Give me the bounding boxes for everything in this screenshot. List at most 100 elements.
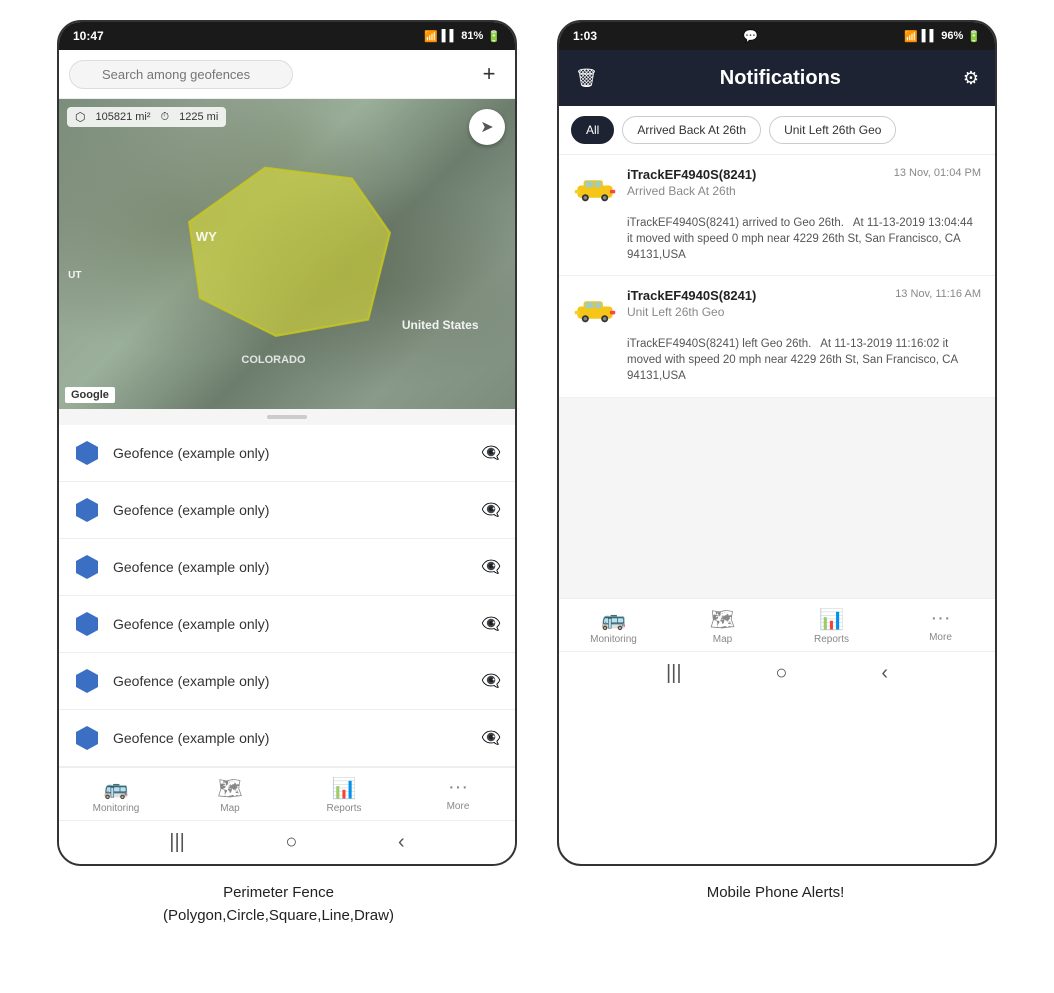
- left-caption-text: Perimeter Fence(Polygon,Circle,Square,Li…: [163, 884, 394, 924]
- right-android-back-button[interactable]: ‹: [881, 662, 888, 685]
- nav-map[interactable]: 🗺 Map: [200, 776, 260, 814]
- geofence-label: Geofence (example only): [113, 445, 469, 461]
- notif-time-2: 13 Nov, 11:16 AM: [895, 288, 981, 300]
- compass-icon: ➤: [480, 117, 493, 137]
- right-nav-monitoring-label: Monitoring: [590, 634, 637, 645]
- list-item[interactable]: Geofence (example only) 👁‍🗨: [59, 653, 515, 710]
- settings-button[interactable]: ⚙: [963, 68, 979, 89]
- search-wrapper[interactable]: 🔍: [69, 60, 465, 89]
- right-nav-more[interactable]: ··· More: [911, 607, 971, 645]
- filter-tab-arrived[interactable]: Arrived Back At 26th: [622, 116, 761, 144]
- visibility-icon[interactable]: 👁‍🗨: [481, 500, 501, 520]
- geofence-label: Geofence (example only): [113, 730, 469, 746]
- event-label-2: Unit Left 26th Geo: [627, 305, 981, 319]
- nav-map-label: Map: [220, 803, 239, 814]
- right-map-icon: 🗺: [710, 607, 735, 632]
- filter-tab-all[interactable]: All: [571, 116, 614, 144]
- notifications-header: 🗑 Notifications ⚙: [559, 50, 995, 106]
- notification-item[interactable]: iTrackEF4940S(8241) 13 Nov, 11:16 AM Uni…: [559, 276, 995, 397]
- list-item[interactable]: Geofence (example only) 👁‍🗨: [59, 425, 515, 482]
- nav-monitoring-label: Monitoring: [93, 803, 140, 814]
- visibility-icon[interactable]: 👁‍🗨: [481, 671, 501, 691]
- notifications-title: Notifications: [598, 67, 963, 90]
- chat-icon: 💬: [743, 29, 758, 43]
- nav-more[interactable]: ··· More: [428, 776, 488, 814]
- add-geofence-button[interactable]: +: [473, 58, 505, 90]
- right-reports-icon: 📊: [819, 607, 844, 632]
- scroll-handle: [267, 415, 307, 419]
- filter-tab-left[interactable]: Unit Left 26th Geo: [769, 116, 896, 144]
- android-recent-button[interactable]: |||: [169, 831, 185, 854]
- right-android-home-button[interactable]: ○: [775, 662, 787, 685]
- geofence-list: Geofence (example only) 👁‍🗨 Geofence (ex…: [59, 425, 515, 767]
- left-caption: Perimeter Fence(Polygon,Circle,Square,Li…: [49, 882, 509, 927]
- car-avatar: [573, 167, 617, 211]
- right-signal-icon: ▌▌: [922, 30, 938, 42]
- right-more-icon: ···: [931, 607, 951, 630]
- region-label: COLORADO: [241, 354, 305, 366]
- search-input[interactable]: [69, 60, 293, 89]
- search-bar: 🔍 +: [59, 50, 515, 99]
- visibility-icon[interactable]: 👁‍🗨: [481, 728, 501, 748]
- right-status-icons: 📶 ▌▌ 96% 🔋: [904, 30, 981, 43]
- right-caption-text: Mobile Phone Alerts!: [707, 884, 845, 901]
- map-icon: 🗺: [217, 776, 242, 801]
- geofence-label: Geofence (example only): [113, 673, 469, 689]
- left-status-bar: 10:47 📶 ▌▌ 81% 🔋: [59, 22, 515, 50]
- geofence-label: Geofence (example only): [113, 502, 469, 518]
- geofence-icon: [73, 724, 101, 752]
- android-back-button[interactable]: ‹: [398, 831, 405, 854]
- visibility-icon[interactable]: 👁‍🗨: [481, 557, 501, 577]
- notif-body-2: iTrackEF4940S(8241) left Geo 26th. At 11…: [627, 336, 981, 384]
- nav-more-label: More: [447, 801, 470, 812]
- notif-title-row-2: iTrackEF4940S(8241) 13 Nov, 11:16 AM: [627, 288, 981, 303]
- geofence-icon: [73, 610, 101, 638]
- right-nav-map[interactable]: 🗺 Map: [693, 607, 753, 645]
- notif-meta-1: iTrackEF4940S(8241) 13 Nov, 01:04 PM Arr…: [627, 167, 981, 198]
- notification-list: iTrackEF4940S(8241) 13 Nov, 01:04 PM Arr…: [559, 155, 995, 598]
- captions: Perimeter Fence(Polygon,Circle,Square,Li…: [0, 866, 1054, 927]
- list-item[interactable]: Geofence (example only) 👁‍🗨: [59, 539, 515, 596]
- visibility-icon[interactable]: 👁‍🗨: [481, 614, 501, 634]
- geofence-label: Geofence (example only): [113, 559, 469, 575]
- right-monitoring-icon: 🚌: [601, 607, 626, 632]
- delete-button[interactable]: 🗑: [575, 68, 598, 89]
- visibility-icon[interactable]: 👁‍🗨: [481, 443, 501, 463]
- right-nav-reports[interactable]: 📊 Reports: [802, 607, 862, 645]
- signal-icon: ▌▌: [442, 30, 458, 42]
- geofence-icon: [73, 496, 101, 524]
- geofence-icon: [73, 553, 101, 581]
- nav-monitoring[interactable]: 🚌 Monitoring: [86, 776, 146, 814]
- right-nav-map-label: Map: [713, 634, 732, 645]
- right-status-bar: 1:03 💬 📶 ▌▌ 96% 🔋: [559, 22, 995, 50]
- area-label: 105821 mi²: [95, 111, 150, 123]
- device-name-2: iTrackEF4940S(8241): [627, 288, 756, 303]
- country-label: United States: [402, 318, 479, 332]
- left-status-icons: 📶 ▌▌ 81% 🔋: [424, 30, 501, 43]
- map-area: WY ⬡ 105821 mi² ⏱ 1225 mi ➤ United State…: [59, 99, 515, 409]
- right-battery-label: 96%: [941, 30, 963, 42]
- right-android-recent-button[interactable]: |||: [666, 662, 682, 685]
- wifi-icon: 📶: [424, 30, 438, 43]
- territory-label: UT: [68, 270, 81, 281]
- geofence-polygon: [150, 146, 424, 363]
- filter-tabs: All Arrived Back At 26th Unit Left 26th …: [559, 106, 995, 155]
- android-home-button[interactable]: ○: [285, 831, 297, 854]
- google-logo: Google: [65, 387, 115, 403]
- list-item[interactable]: Geofence (example only) 👁‍🗨: [59, 596, 515, 653]
- list-item[interactable]: Geofence (example only) 👁‍🗨: [59, 482, 515, 539]
- battery-label: 81%: [461, 30, 483, 42]
- right-nav-monitoring[interactable]: 🚌 Monitoring: [584, 607, 644, 645]
- right-nav-more-label: More: [929, 632, 952, 643]
- geofence-icon: [73, 667, 101, 695]
- right-bottom-nav: 🚌 Monitoring 🗺 Map 📊 Reports ··· More: [559, 598, 995, 651]
- empty-area: [559, 398, 995, 598]
- left-time: 10:47: [73, 29, 104, 43]
- list-item[interactable]: Geofence (example only) 👁‍🗨: [59, 710, 515, 767]
- distance-label: 1225 mi: [179, 111, 218, 123]
- right-wifi-icon: 📶: [904, 30, 918, 43]
- car-avatar: [573, 288, 617, 332]
- navigation-button[interactable]: ➤: [469, 109, 505, 145]
- nav-reports[interactable]: 📊 Reports: [314, 776, 374, 814]
- notification-item[interactable]: iTrackEF4940S(8241) 13 Nov, 01:04 PM Arr…: [559, 155, 995, 276]
